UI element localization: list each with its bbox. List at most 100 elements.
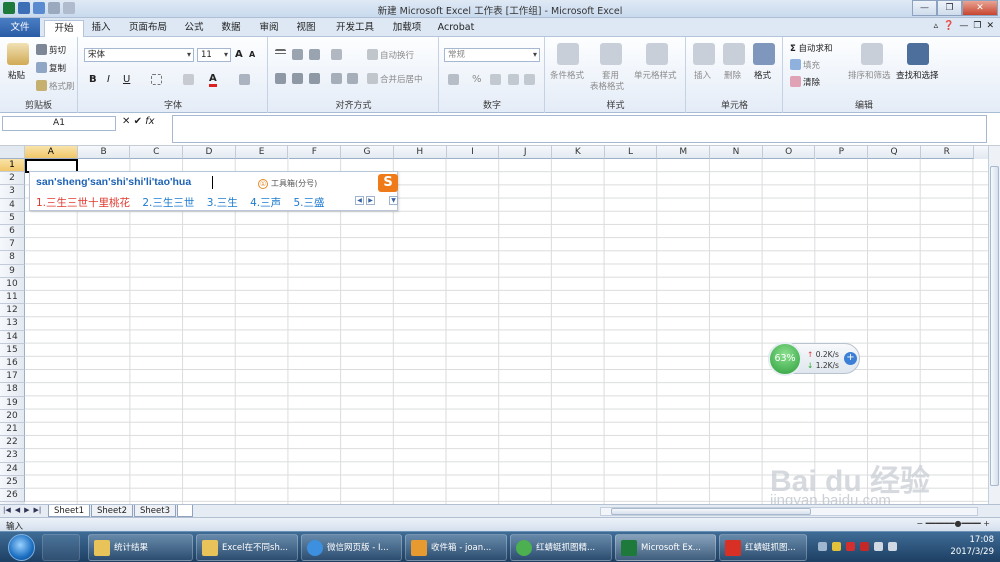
column-header-O[interactable]: O <box>762 146 816 159</box>
align-left-icon[interactable] <box>275 73 288 85</box>
table-format-button-line2[interactable]: 表格格式 <box>590 80 624 92</box>
fill-color-button[interactable] <box>183 74 196 86</box>
column-header-L[interactable]: L <box>604 146 658 159</box>
borders-button[interactable] <box>151 74 164 86</box>
taskbar-item-7[interactable]: 红蜻蜓抓图... <box>719 534 807 561</box>
column-header-A[interactable]: A <box>25 146 78 159</box>
row-header-20[interactable]: 20 <box>0 409 25 423</box>
format-cells-icon[interactable] <box>753 43 775 65</box>
paste-icon[interactable] <box>7 43 29 65</box>
delete-cells-button[interactable]: 删除 <box>724 69 741 81</box>
clear-button[interactable]: 清除 <box>790 76 820 88</box>
increase-decimal-icon[interactable] <box>508 74 521 86</box>
tray-antivirus-icon[interactable] <box>846 542 855 551</box>
delete-cells-icon[interactable] <box>723 43 745 65</box>
format-painter-button[interactable]: 格式刷 <box>36 80 75 92</box>
tab-file[interactable]: 文件 <box>0 18 40 37</box>
paste-button[interactable]: 粘贴 <box>8 69 25 81</box>
ime-candidate-3[interactable]: 3.三生 <box>207 197 238 209</box>
column-header-M[interactable]: M <box>657 146 711 159</box>
table-format-icon[interactable] <box>600 43 622 65</box>
row-header-6[interactable]: 6 <box>0 225 25 239</box>
cell-styles-button[interactable]: 单元格样式 <box>634 69 677 81</box>
tray-network-icon[interactable] <box>874 542 883 551</box>
column-header-C[interactable]: C <box>130 146 184 159</box>
tab-home[interactable]: 开始 <box>44 20 84 38</box>
insert-cells-button[interactable]: 插入 <box>694 69 711 81</box>
tab-insert[interactable]: 插入 <box>86 20 116 37</box>
ime-next-page-icon[interactable]: ▶ <box>366 196 375 205</box>
start-button[interactable] <box>8 534 35 561</box>
column-header-H[interactable]: H <box>393 146 447 159</box>
row-header-16[interactable]: 16 <box>0 357 25 371</box>
vertical-scrollbar[interactable] <box>988 146 1000 504</box>
next-sheet-icon[interactable]: ▶ <box>24 506 29 514</box>
cut-button[interactable]: 剪切 <box>36 44 66 56</box>
sheet-tab-2[interactable]: Sheet2 <box>91 505 133 517</box>
insert-function-button[interactable]: fx <box>145 116 154 127</box>
orientation-icon[interactable] <box>331 49 344 61</box>
column-header-E[interactable]: E <box>235 146 289 159</box>
number-format-select[interactable]: 常规 <box>444 48 540 62</box>
row-header-15[interactable]: 15 <box>0 343 25 357</box>
conditional-format-icon[interactable] <box>557 43 579 65</box>
tray-pdf-icon[interactable] <box>860 542 869 551</box>
cancel-entry-icon[interactable]: ✕ <box>122 116 130 127</box>
ime-candidate-4[interactable]: 4.三声 <box>250 197 281 209</box>
copy-button[interactable]: 复制 <box>36 62 66 74</box>
ime-candidate-5[interactable]: 5.三盛 <box>294 197 325 209</box>
zoom-out-icon[interactable]: − <box>916 519 923 528</box>
row-header-8[interactable]: 8 <box>0 251 25 265</box>
column-header-I[interactable]: I <box>446 146 500 159</box>
indent-decrease-icon[interactable] <box>331 73 344 85</box>
align-center-icon[interactable] <box>292 73 305 85</box>
minimize-ribbon-icon[interactable]: ▵ <box>934 21 939 31</box>
column-header-B[interactable]: B <box>77 146 131 159</box>
column-header-K[interactable]: K <box>552 146 605 159</box>
italic-button[interactable]: I <box>107 74 110 85</box>
column-header-F[interactable]: F <box>288 146 342 159</box>
tab-developer[interactable]: 开发工具 <box>331 20 379 37</box>
name-box[interactable]: A1 <box>2 116 116 131</box>
taskbar-item-1[interactable]: 统计结果 <box>88 534 193 561</box>
row-header-22[interactable]: 22 <box>0 436 25 450</box>
row-header-9[interactable]: 9 <box>0 264 25 278</box>
row-header-21[interactable]: 21 <box>0 423 25 437</box>
binoculars-icon[interactable] <box>907 43 929 65</box>
row-header-13[interactable]: 13 <box>0 317 25 331</box>
column-header-R[interactable]: R <box>920 146 974 159</box>
formula-input[interactable] <box>172 115 987 143</box>
window-close-icon[interactable]: ✕ <box>986 21 994 31</box>
column-header-G[interactable]: G <box>341 146 394 159</box>
taskbar-item-4[interactable]: 收件箱 - joan... <box>405 534 507 561</box>
sheet-tab-1[interactable]: Sheet1 <box>48 505 90 517</box>
row-header-19[interactable]: 19 <box>0 396 25 410</box>
tray-expand-icon[interactable] <box>818 542 827 551</box>
comma-format-icon[interactable] <box>490 74 503 86</box>
conditional-format-button[interactable]: 条件格式 <box>550 69 584 81</box>
row-header-14[interactable]: 14 <box>0 330 25 344</box>
taskbar-item-2[interactable]: Excel在不同sh... <box>196 534 298 561</box>
help-icon[interactable]: ❓ <box>943 21 954 31</box>
find-select-button[interactable]: 查找和选择 <box>896 69 939 81</box>
memory-usage-gauge[interactable]: 63% <box>768 342 802 376</box>
taskbar-item-6[interactable]: Microsoft Ex... <box>615 534 716 561</box>
align-right-icon[interactable] <box>309 73 322 85</box>
pinned-app-icon[interactable] <box>42 534 80 561</box>
row-header-3[interactable]: 3 <box>0 185 25 199</box>
row-header-26[interactable]: 26 <box>0 489 25 503</box>
accelerate-plus-icon[interactable]: + <box>844 352 857 365</box>
window-minimize-icon[interactable]: — <box>959 21 968 31</box>
row-header-24[interactable]: 24 <box>0 462 25 476</box>
column-header-P[interactable]: P <box>815 146 869 159</box>
shrink-font-button[interactable]: A <box>249 50 255 59</box>
window-restore-icon[interactable]: ❐ <box>973 21 981 31</box>
merge-center-button[interactable]: 合并后居中 <box>367 73 423 85</box>
tab-addins[interactable]: 加载项 <box>388 20 426 37</box>
row-header-17[interactable]: 17 <box>0 370 25 384</box>
row-header-2[interactable]: 2 <box>0 172 25 186</box>
indent-increase-icon[interactable] <box>347 73 360 85</box>
last-sheet-icon[interactable]: ▶| <box>34 506 42 514</box>
ime-expand-icon[interactable]: ▼ <box>389 196 398 205</box>
row-header-10[interactable]: 10 <box>0 277 25 291</box>
